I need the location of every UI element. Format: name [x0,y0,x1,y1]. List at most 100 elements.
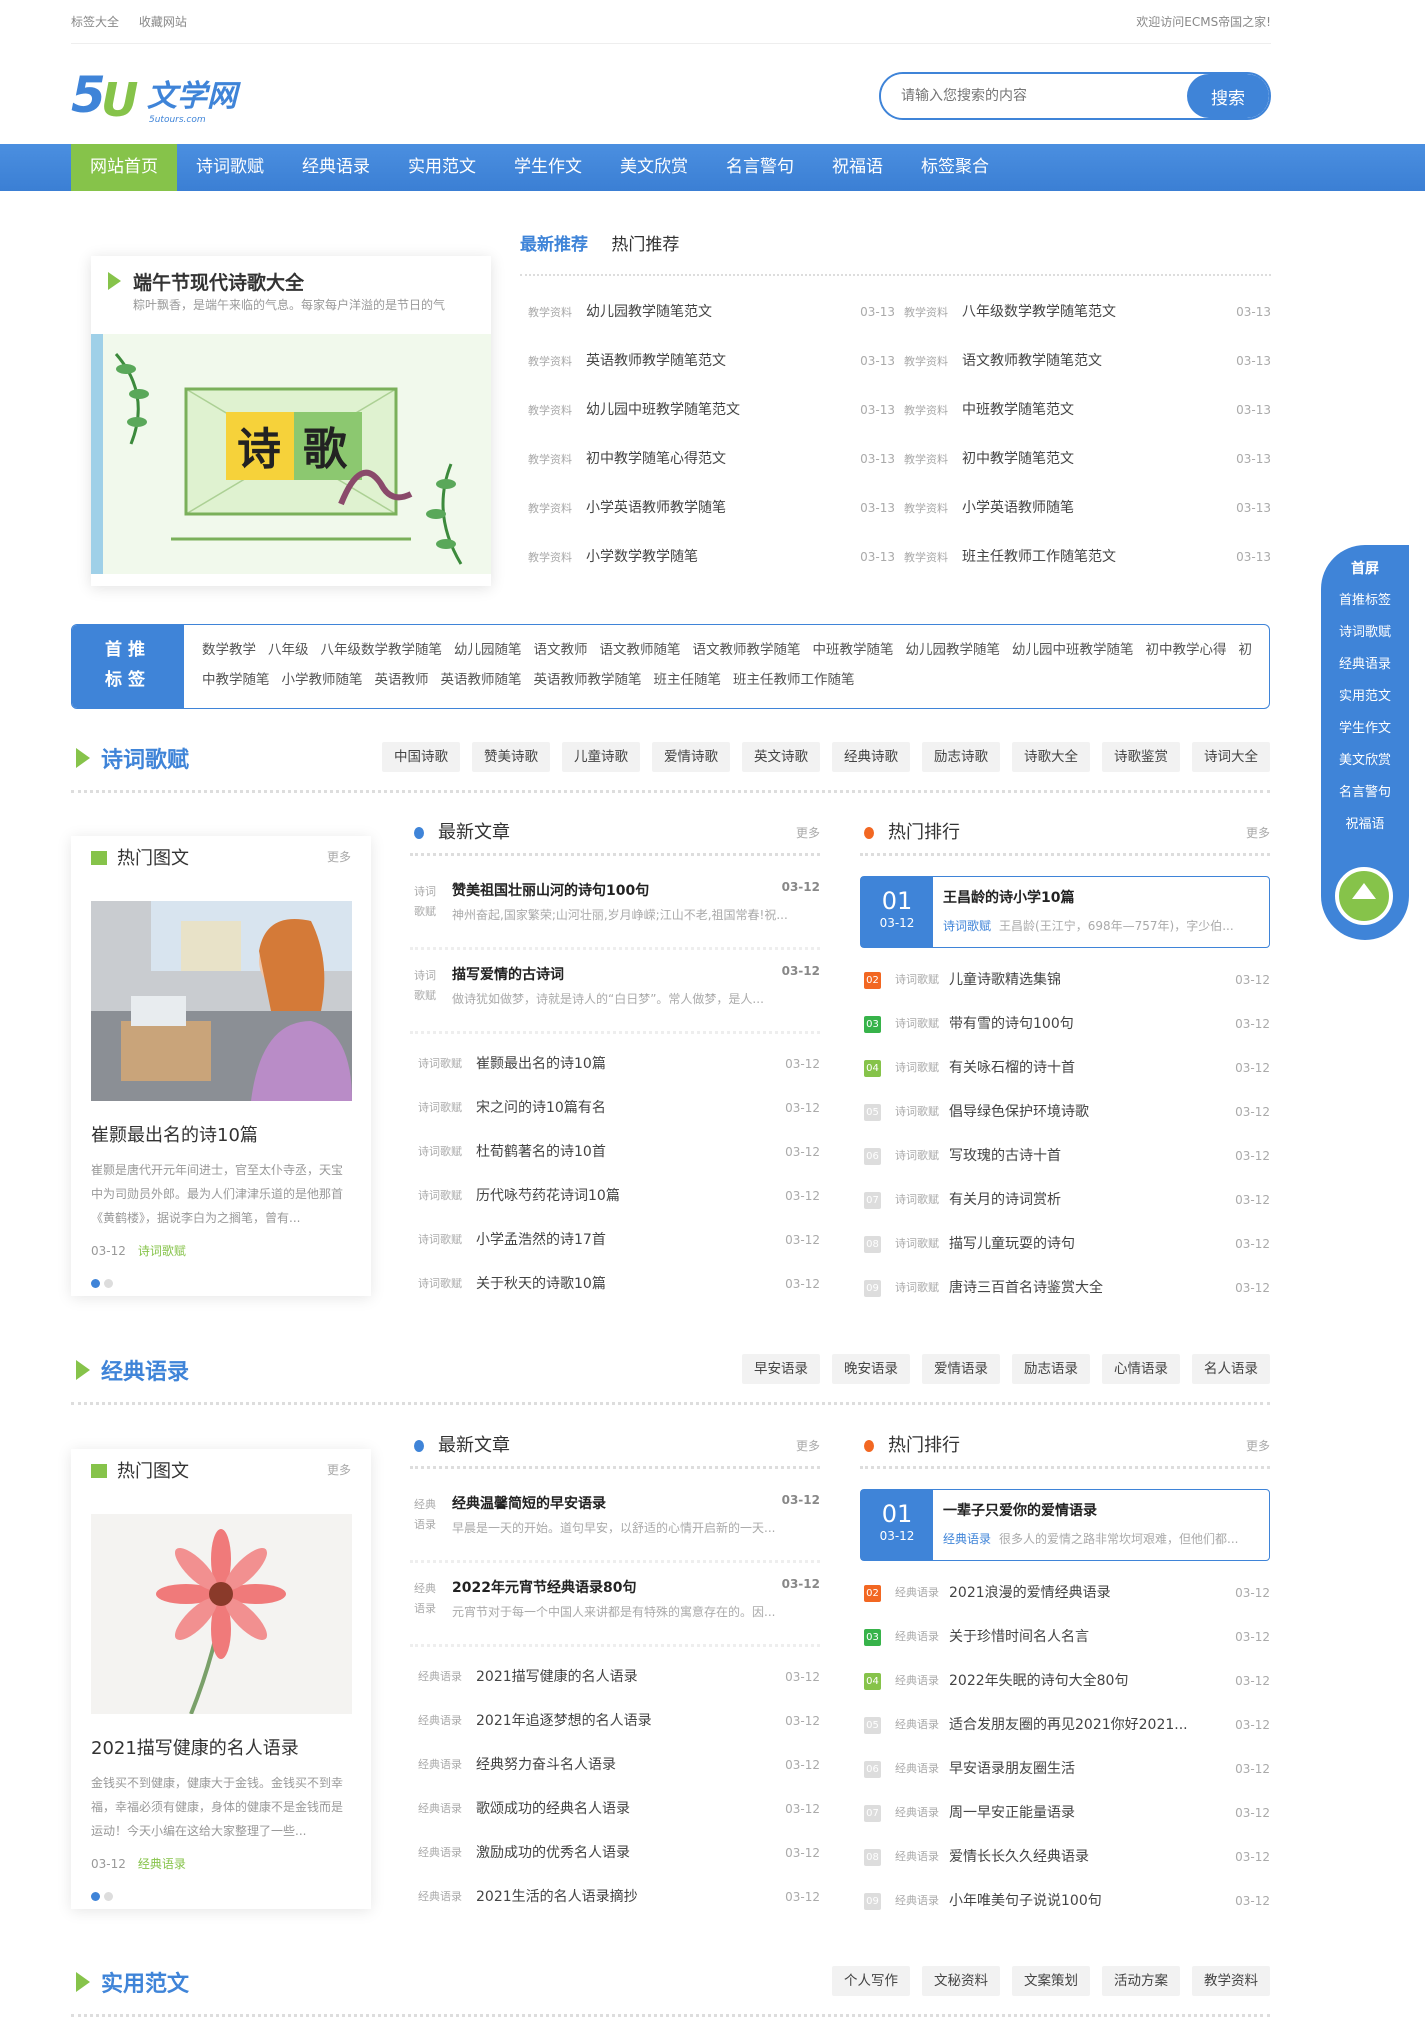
carousel-dot[interactable] [91,1892,100,1901]
article-title[interactable]: 2021年追逐梦想的名人语录 [476,1699,760,1743]
hot-pic-category[interactable]: 经典语录 [138,1857,186,1871]
float-nav-item[interactable]: 祝福语 [1321,809,1409,841]
ranking-item[interactable]: 07 诗词歌赋 有关月的诗词赏析 03-12 [860,1178,1270,1222]
recommend-row[interactable]: 教学资料 英语教师教学随笔范文 03-13 [520,337,895,386]
ranking-item[interactable]: 04 诗词歌赋 有关咏石榴的诗十首 03-12 [860,1046,1270,1090]
article-title[interactable]: 激励成功的优秀名人语录 [476,1831,760,1875]
hot-pic-title[interactable]: 崔颢最出名的诗10篇 [91,1121,258,1147]
category-tag[interactable]: 诗词歌赋 [881,1266,949,1310]
ranking-item[interactable]: 06 经典语录 早安语录朋友圈生活 03-12 [860,1747,1270,1791]
section-tag[interactable]: 活动方案 [1102,1966,1180,1996]
article-title[interactable]: 歌颂成功的经典名人语录 [476,1787,760,1831]
section-title[interactable]: 诗词歌赋 [101,742,189,774]
featured-article[interactable]: 经典语录 2022年元宵节经典语录80句 03-12 元宵节对于每一个中国人来讲都是有… [410,1563,820,1647]
article-title[interactable]: 赞美祖国壮丽山河的诗句100句 [452,880,649,900]
category-tag[interactable]: 教学资料 [896,386,962,435]
float-nav-item[interactable]: 实用范文 [1321,681,1409,713]
recommend-row[interactable]: 教学资料 八年级数学教学随笔范文 03-13 [896,288,1271,337]
section-tag[interactable]: 教学资料 [1192,1966,1270,1996]
featured-article[interactable]: 诗词歌赋 描写爱情的古诗词 03-12 做诗犹如做梦，诗就是诗人的“白日梦”。常人做梦… [410,950,820,1034]
ranking-item[interactable]: 02 诗词歌赋 儿童诗歌精选集锦 03-12 [860,958,1270,1002]
recommend-row[interactable]: 教学资料 小学数学教学随笔 03-13 [520,533,895,582]
hot-tag[interactable]: 八年级 [268,642,309,658]
section-tag[interactable]: 早安语录 [742,1354,820,1384]
category-tag[interactable]: 诗词歌赋 [881,1046,949,1090]
article-title[interactable]: 2021生活的名人语录摘抄 [476,1875,760,1919]
list-item[interactable]: 诗词歌赋 关于秋天的诗歌10篇 03-12 [410,1262,820,1306]
article-title[interactable]: 倡导绿色保护环境诗歌 [949,1090,1210,1134]
tab-latest[interactable]: 最新推荐 [520,235,588,255]
float-nav-item[interactable]: 名言警句 [1321,777,1409,809]
category-tag[interactable]: 经典语录 [410,1743,476,1787]
more-link[interactable]: 更多 [327,848,351,865]
hot-pic-image[interactable] [91,1514,352,1714]
hot-tag[interactable]: 幼儿园教学随笔 [906,642,1001,658]
recommend-row[interactable]: 教学资料 初中教学随笔范文 03-13 [896,435,1271,484]
category-tag[interactable]: 诗词歌赋 [410,1174,476,1218]
float-nav-item[interactable]: 经典语录 [1321,649,1409,681]
hot-pic-image[interactable] [91,901,352,1101]
section-tag[interactable]: 名人语录 [1192,1354,1270,1384]
recommend-row[interactable]: 教学资料 初中教学随笔心得范文 03-13 [520,435,895,484]
hot-tag[interactable]: 初中教学心得 [1146,642,1227,658]
article-title[interactable]: 历代咏芍药花诗词10篇 [476,1174,760,1218]
hot-tag[interactable]: 语文教师 [534,642,588,658]
ranking-item[interactable]: 03 诗词歌赋 带有雪的诗句100句 03-12 [860,1002,1270,1046]
section-tag[interactable]: 爱情语录 [922,1354,1000,1384]
article-title[interactable]: 幼儿园中班教学随笔范文 [586,386,835,435]
category-tag[interactable]: 教学资料 [520,484,586,533]
article-title[interactable]: 关于珍惜时间名人名言 [949,1615,1210,1659]
carousel-dots[interactable] [91,1889,117,1905]
category-tag[interactable]: 诗词歌赋 [881,1222,949,1266]
ranking-item[interactable]: 07 经典语录 周一早安正能量语录 03-12 [860,1791,1270,1835]
category-tag[interactable]: 教学资料 [520,337,586,386]
category-tag[interactable]: 经典语录 [410,1787,476,1831]
article-title[interactable]: 早安语录朋友圈生活 [949,1747,1210,1791]
category-tag[interactable]: 经典语录 [881,1879,949,1923]
article-title[interactable]: 有关咏石榴的诗十首 [949,1046,1210,1090]
article-title[interactable]: 王昌龄的诗小学10篇 [943,887,1074,907]
float-nav-item[interactable]: 首推标签 [1321,585,1409,617]
article-title[interactable]: 八年级数学教学随笔范文 [962,288,1211,337]
top-ranked-article[interactable]: 01 03-12 一辈子只爱你的爱情语录 经典语录 很多人的爱情之路非常坎坷艰难，但他们… [860,1489,1270,1561]
ranking-item[interactable]: 04 经典语录 2022年失眠的诗句大全80句 03-12 [860,1659,1270,1703]
hot-tag[interactable]: 幼儿园随笔 [454,642,522,658]
recommend-row[interactable]: 教学资料 幼儿园教学随笔范文 03-13 [520,288,895,337]
category-tag[interactable]: 诗词歌赋 [943,919,991,933]
category-tag[interactable]: 经典语录 [881,1835,949,1879]
article-title[interactable]: 写玫瑰的古诗十首 [949,1134,1210,1178]
hot-tag[interactable]: 班主任教师工作随笔 [733,672,855,688]
article-title[interactable]: 关于秋天的诗歌10篇 [476,1262,760,1306]
category-tag[interactable]: 教学资料 [896,337,962,386]
section-tag[interactable]: 个人写作 [832,1966,910,1996]
category-tag[interactable]: 经典语录 [881,1791,949,1835]
list-item[interactable]: 经典语录 激励成功的优秀名人语录 03-12 [410,1831,820,1875]
ranking-item[interactable]: 09 经典语录 小年唯美句子说说100句 03-12 [860,1879,1270,1923]
category-tag[interactable]: 诗词歌赋 [414,966,442,1006]
article-title[interactable]: 中班教学随笔范文 [962,386,1211,435]
article-title[interactable]: 儿童诗歌精选集锦 [949,958,1210,1002]
search-input[interactable] [881,74,1181,118]
more-link[interactable]: 更多 [1246,1429,1270,1463]
category-tag[interactable]: 诗词歌赋 [414,882,442,922]
site-logo[interactable]: 5 U 文学网 5utours.com [71,66,271,127]
category-tag[interactable]: 经典语录 [881,1615,949,1659]
hot-tag[interactable]: 班主任随笔 [654,672,722,688]
hot-tag[interactable]: 八年级数学教学随笔 [321,642,443,658]
article-title[interactable]: 小年唯美句子说说100句 [949,1879,1210,1923]
hot-pic-category[interactable]: 诗词歌赋 [138,1244,186,1258]
list-item[interactable]: 诗词歌赋 历代咏芍药花诗词10篇 03-12 [410,1174,820,1218]
hot-tag[interactable]: 英语教师教学随笔 [534,672,642,688]
category-tag[interactable]: 诗词歌赋 [410,1042,476,1086]
category-tag[interactable]: 经典语录 [881,1703,949,1747]
category-tag[interactable]: 诗词歌赋 [881,958,949,1002]
more-link[interactable]: 更多 [327,1461,351,1478]
article-title[interactable]: 描写儿童玩耍的诗句 [949,1222,1210,1266]
article-title[interactable]: 班主任教师工作随笔范文 [962,533,1211,582]
category-tag[interactable]: 经典语录 [881,1571,949,1615]
section-tag[interactable]: 经典诗歌 [832,742,910,772]
nav-home[interactable]: 网站首页 [71,144,177,191]
section-tag[interactable]: 励志语录 [1012,1354,1090,1384]
article-title[interactable]: 英语教师教学随笔范文 [586,337,835,386]
category-tag[interactable]: 经典语录 [414,1495,442,1535]
